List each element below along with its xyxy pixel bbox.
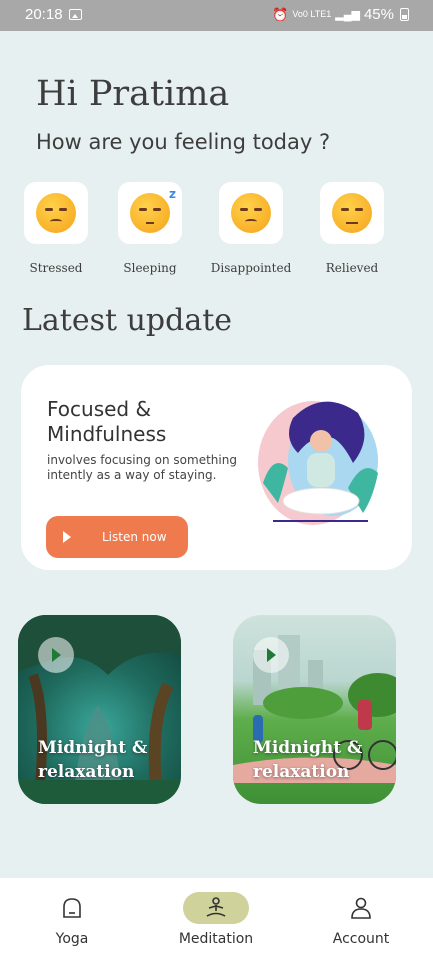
listen-now-label: Listen now — [102, 530, 167, 544]
nav-item-yoga[interactable]: Yoga — [0, 878, 144, 962]
mood-tile[interactable] — [320, 182, 384, 244]
focus-card[interactable]: Focused & Mindfulness involves focusing … — [21, 365, 412, 570]
nav-item-meditation[interactable]: Meditation — [144, 878, 288, 962]
media-caption: Midnight & relaxation — [38, 738, 148, 782]
signal-icon: ▂▄▆ — [335, 9, 360, 21]
nav-pill — [39, 892, 105, 924]
mood-label: Sleeping — [123, 261, 177, 275]
meditation-icon — [206, 897, 226, 917]
yoga-icon — [63, 898, 81, 918]
alarm-icon: ⏰ — [272, 6, 289, 22]
disappointed-emoji-icon — [231, 193, 271, 233]
focus-card-title: Focused & Mindfulness — [47, 397, 167, 446]
latest-update-title: Latest update — [22, 303, 233, 338]
play-icon — [63, 531, 71, 543]
battery-icon — [400, 8, 409, 21]
greeting-title: Hi Pratima — [36, 74, 230, 114]
mood-label: Stressed — [29, 261, 83, 275]
nav-pill — [328, 892, 394, 924]
mood-stressed[interactable]: Stressed — [6, 182, 106, 275]
mood-label: Relieved — [325, 261, 379, 275]
nav-label: Yoga — [55, 931, 89, 947]
nav-pill-active — [183, 892, 249, 924]
stressed-emoji-icon — [36, 193, 76, 233]
media-card-forest[interactable]: Midnight & relaxation — [18, 615, 181, 804]
status-bar: 20:18 ⏰ Vo0 LTE1 ▂▄▆ 45% — [0, 0, 433, 31]
nav-item-account[interactable]: Account — [289, 878, 433, 962]
mood-tile[interactable]: z — [118, 182, 182, 244]
status-time: 20:18 — [25, 6, 63, 23]
media-caption: Midnight & relaxation — [253, 738, 363, 782]
play-button[interactable] — [38, 637, 74, 673]
meditation-illustration — [258, 401, 378, 525]
media-card-park[interactable]: Midnight & relaxation — [233, 615, 396, 804]
gallery-notification-icon — [69, 9, 82, 20]
battery-percent: 45% — [363, 6, 394, 23]
play-button[interactable] — [253, 637, 289, 673]
feeling-question: How are you feeling today ? — [36, 130, 331, 154]
listen-now-button[interactable]: Listen now — [46, 516, 188, 558]
focus-card-description: involves focusing on something intently … — [47, 453, 237, 482]
mood-relieved[interactable]: Relieved — [302, 182, 402, 275]
relieved-emoji-icon — [332, 193, 372, 233]
network-label: Vo0 LTE1 — [292, 9, 332, 19]
status-icons: ⏰ Vo0 LTE1 ▂▄▆ 45% — [272, 6, 409, 23]
nav-label: Meditation — [178, 931, 254, 947]
nav-label: Account — [332, 931, 390, 947]
mood-tile[interactable] — [24, 182, 88, 244]
mood-label: Disappointed — [210, 261, 292, 275]
mood-disappointed[interactable]: Disappointed — [201, 182, 301, 275]
bottom-navigation: Yoga Meditation Account — [0, 878, 433, 962]
mood-tile[interactable] — [219, 182, 283, 244]
account-icon — [351, 897, 371, 919]
sleeping-emoji-icon: z — [130, 187, 176, 233]
mood-sleeping[interactable]: z Sleeping — [100, 182, 200, 275]
